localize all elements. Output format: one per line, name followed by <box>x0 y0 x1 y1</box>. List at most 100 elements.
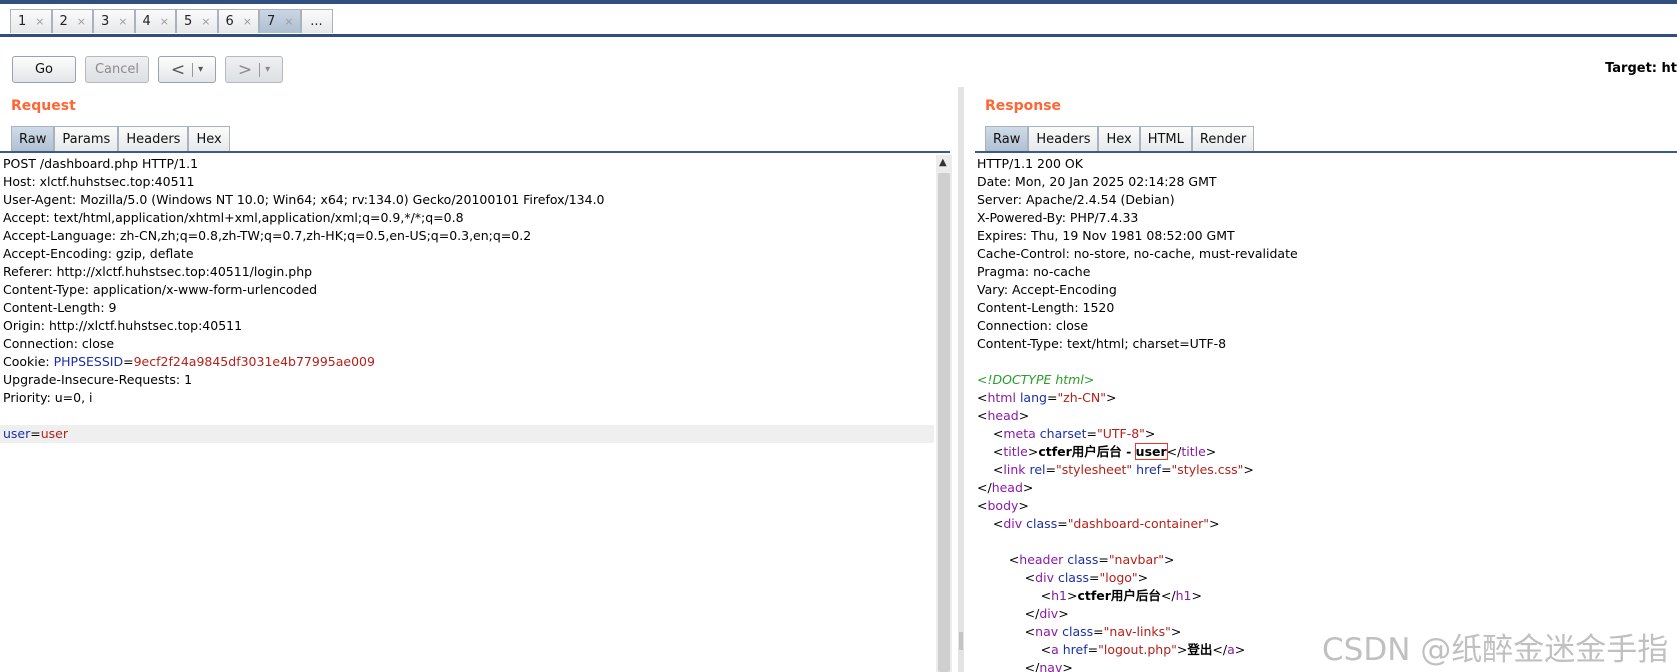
response-blank-line <box>974 353 1677 371</box>
repeater-tab-6[interactable]: 6 × <box>217 9 259 33</box>
response-header-line: Server: Apache/2.4.54 (Debian) <box>977 192 1175 207</box>
tag-name: head <box>987 408 1019 423</box>
attr-name: class <box>1062 624 1094 639</box>
response-header-line: Cache-Control: no-store, no-cache, must-… <box>977 246 1298 261</box>
body-param-eq: = <box>30 426 41 441</box>
request-blank-line <box>0 407 934 425</box>
response-header-line: X-Powered-By: PHP/7.4.33 <box>977 210 1139 225</box>
splitter-grip[interactable] <box>959 632 963 650</box>
repeater-tab-7[interactable]: 7 × <box>259 9 301 33</box>
tab-label: 1 <box>18 14 27 29</box>
back-button[interactable]: < ▾ <box>158 56 216 83</box>
tag-name: nav <box>1035 624 1059 639</box>
repeater-tab-5[interactable]: 5 × <box>176 9 218 33</box>
response-header-line: Pragma: no-cache <box>977 264 1091 279</box>
doctype-line: <!DOCTYPE html> <box>974 371 1677 389</box>
close-icon[interactable]: × <box>284 15 293 28</box>
cookie-eq: = <box>123 354 134 369</box>
response-header-line: Connection: close <box>977 318 1089 333</box>
tab-params[interactable]: Params <box>54 126 119 152</box>
tab-headers[interactable]: Headers <box>118 126 189 152</box>
tab-render[interactable]: Render <box>1191 126 1255 152</box>
scrollbar-thumb[interactable] <box>938 173 950 672</box>
repeater-tabs: 1 × 2 × 3 × 4 × 5 × 6 × 7 × ... <box>10 9 333 33</box>
cookie-line: Cookie: PHPSESSID=9ecf2f24a9845df3031e4b… <box>0 353 934 371</box>
tab-label: 3 <box>101 14 110 29</box>
close-icon[interactable]: × <box>160 15 169 28</box>
response-blank-line <box>974 533 1677 551</box>
tab-hex[interactable]: Hex <box>1098 126 1140 152</box>
div-close-line: </div> <box>977 606 1069 621</box>
tag-name: div <box>1035 570 1054 585</box>
request-scrollbar[interactable]: ▲ <box>936 155 952 672</box>
attr-value: "UTF-8" <box>1096 426 1145 441</box>
body-param-value: user <box>40 426 69 441</box>
tag-name: head <box>991 480 1023 495</box>
divider <box>259 62 261 77</box>
repeater-tab-3[interactable]: 3 × <box>93 9 135 33</box>
response-header-line: HTTP/1.1 200 OK <box>977 156 1083 171</box>
tab-html[interactable]: HTML <box>1139 126 1192 152</box>
meta-line: <meta charset="UTF-8"> <box>977 426 1156 441</box>
chevron-down-icon[interactable]: ▾ <box>265 64 270 75</box>
cancel-button[interactable]: Cancel <box>85 56 149 83</box>
request-line: User-Agent: Mozilla/5.0 (Windows NT 10.0… <box>3 192 605 207</box>
chevron-down-icon[interactable]: ▾ <box>198 64 203 75</box>
attr-value: "dashboard-container" <box>1067 516 1210 531</box>
close-icon[interactable]: × <box>77 15 86 28</box>
tag-name: nav <box>1039 660 1063 672</box>
request-line: Accept-Encoding: gzip, deflate <box>3 246 194 261</box>
response-editor[interactable]: HTTP/1.1 200 OK Date: Mon, 20 Jan 2025 0… <box>974 155 1677 672</box>
tag-name: h1 <box>1175 588 1192 603</box>
go-button[interactable]: Go <box>12 56 76 83</box>
title-text: ctfer用户后台 - <box>1038 444 1136 459</box>
request-line: Upgrade-Insecure-Requests: 1 <box>3 372 193 387</box>
request-line: Priority: u=0, i <box>3 390 93 405</box>
tag-name: title <box>1181 444 1206 459</box>
attr-value: "navbar" <box>1108 552 1165 567</box>
head-close-line: </head> <box>977 480 1034 495</box>
head-open-line: <head> <box>977 408 1030 423</box>
request-line: Accept: text/html,application/xhtml+xml,… <box>3 210 464 225</box>
request-line: Host: xlctf.huhstsec.top:40511 <box>3 174 195 189</box>
request-line: Connection: close <box>3 336 115 351</box>
close-icon[interactable]: × <box>201 15 210 28</box>
html-open-line: <html lang="zh-CN"> <box>977 390 1117 405</box>
new-tab-button[interactable]: ... <box>300 9 333 33</box>
h1-line: <h1>ctfer用户后台</h1> <box>977 588 1202 603</box>
title-username-highlight: user <box>1134 443 1168 460</box>
attr-value: "logout.php" <box>1098 642 1177 657</box>
repeater-tab-2[interactable]: 2 × <box>51 9 93 33</box>
tab-headers[interactable]: Headers <box>1028 126 1099 152</box>
response-tab-underline <box>975 151 1677 153</box>
pane-splitter[interactable] <box>958 87 964 672</box>
request-body-line: user=user <box>0 425 934 443</box>
tag-name: header <box>1019 552 1064 567</box>
request-title: Request <box>11 98 76 114</box>
target-label[interactable]: Target: ht <box>1605 61 1677 76</box>
tag-name: title <box>1003 444 1028 459</box>
forward-button[interactable]: > ▾ <box>225 56 283 83</box>
attr-name: class <box>1057 570 1089 585</box>
request-view-tabs: Raw Params Headers Hex <box>11 126 230 152</box>
tag-name: link <box>1003 462 1026 477</box>
cookie-value: 9ecf2f24a9845df3031e4b77995ae009 <box>133 354 375 369</box>
tab-raw[interactable]: Raw <box>11 126 55 152</box>
repeater-tab-1[interactable]: 1 × <box>10 9 52 33</box>
title-line: <title>ctfer用户后台 - user</title> <box>977 443 1217 460</box>
logo-div-line: <div class="logo"> <box>977 570 1149 585</box>
repeater-tab-4[interactable]: 4 × <box>134 9 176 33</box>
tab-hex[interactable]: Hex <box>188 126 230 152</box>
attr-value: "stylesheet" <box>1055 462 1133 477</box>
close-icon[interactable]: × <box>243 15 252 28</box>
tab-raw[interactable]: Raw <box>985 126 1029 152</box>
request-line: POST /dashboard.php HTTP/1.1 <box>3 156 199 171</box>
close-icon[interactable]: × <box>35 15 44 28</box>
tag-name: div <box>1039 606 1059 621</box>
tab-label: 2 <box>59 14 68 29</box>
request-line: Referer: http://xlctf.huhstsec.top:40511… <box>3 264 313 279</box>
close-icon[interactable]: × <box>118 15 127 28</box>
divider <box>192 62 194 77</box>
scroll-up-icon[interactable]: ▲ <box>939 157 947 168</box>
request-editor[interactable]: POST /dashboard.php HTTP/1.1 Host: xlctf… <box>0 155 934 672</box>
